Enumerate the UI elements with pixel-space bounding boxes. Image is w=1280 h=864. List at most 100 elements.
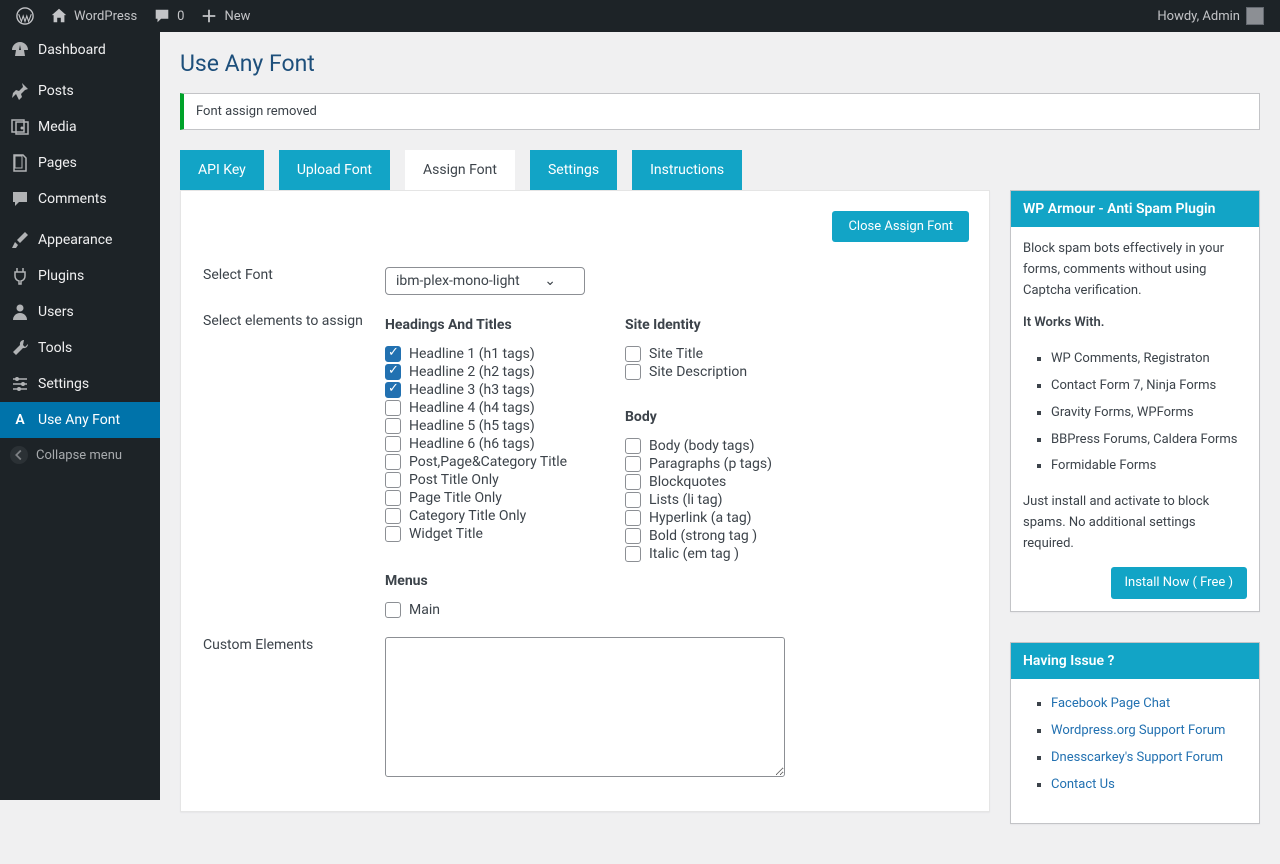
heading-checkbox[interactable] xyxy=(385,490,401,506)
body-checkbox[interactable] xyxy=(625,510,641,526)
heading-checkbox[interactable] xyxy=(385,382,401,398)
font-select[interactable]: ibm-plex-mono-light ⌄ xyxy=(385,267,585,295)
body-label[interactable]: Lists (li tag) xyxy=(649,492,722,508)
body-label[interactable]: Bold (strong tag ) xyxy=(649,528,757,544)
tab-settings[interactable]: Settings xyxy=(530,150,617,190)
sidebar-item-label: Pages xyxy=(38,155,77,171)
body-checkbox[interactable] xyxy=(625,546,641,562)
heading-label[interactable]: Post,Page&Category Title xyxy=(409,454,567,470)
wp-logo[interactable] xyxy=(8,0,42,32)
tab-instructions[interactable]: Instructions xyxy=(632,150,742,190)
font-select-value: ibm-plex-mono-light xyxy=(396,273,520,289)
select-font-label: Select Font xyxy=(203,267,273,283)
heading-label[interactable]: Headline 1 (h1 tags) xyxy=(409,346,535,362)
assign-font-panel: Close Assign Font Select Font ibm-plex-m… xyxy=(180,190,990,812)
body-label[interactable]: Paragraphs (p tags) xyxy=(649,456,772,472)
heading-checkbox[interactable] xyxy=(385,364,401,380)
custom-elements-textarea[interactable] xyxy=(385,637,785,777)
heading-option: Post,Page&Category Title xyxy=(385,453,585,471)
body-option: Italic (em tag ) xyxy=(625,545,825,563)
site-name[interactable]: WordPress xyxy=(42,0,145,32)
heading-option: Headline 5 (h5 tags) xyxy=(385,417,585,435)
sidebar-item-plugins[interactable]: Plugins xyxy=(0,258,160,294)
body-checkbox[interactable] xyxy=(625,492,641,508)
heading-checkbox[interactable] xyxy=(385,346,401,362)
sidebar-item-label: Dashboard xyxy=(38,42,106,58)
user-icon xyxy=(10,302,30,322)
sidebar-item-comments[interactable]: Comments xyxy=(0,181,160,217)
my-account[interactable]: Howdy, Admin xyxy=(1149,0,1272,32)
body-checkbox[interactable] xyxy=(625,438,641,454)
sidebar-item-dashboard[interactable]: Dashboard xyxy=(0,32,160,68)
heading-label[interactable]: Headline 2 (h2 tags) xyxy=(409,364,535,380)
comment-count: 0 xyxy=(177,9,184,24)
heading-label[interactable]: Headline 4 (h4 tags) xyxy=(409,400,535,416)
heading-option: Headline 4 (h4 tags) xyxy=(385,399,585,417)
heading-checkbox[interactable] xyxy=(385,526,401,542)
heading-checkbox[interactable] xyxy=(385,508,401,524)
sidebar-item-tools[interactable]: Tools xyxy=(0,330,160,366)
sidebar-item-users[interactable]: Users xyxy=(0,294,160,330)
heading-checkbox[interactable] xyxy=(385,472,401,488)
body-checkbox[interactable] xyxy=(625,528,641,544)
heading-label[interactable]: Category Title Only xyxy=(409,508,526,524)
sidebar-item-posts[interactable]: Posts xyxy=(0,73,160,109)
group-siteidentity-title: Site Identity xyxy=(625,317,825,333)
heading-label[interactable]: Widget Title xyxy=(409,526,483,542)
heading-label[interactable]: Headline 5 (h5 tags) xyxy=(409,418,535,434)
tab-api-key[interactable]: API Key xyxy=(180,150,264,190)
tab-assign-font[interactable]: Assign Font xyxy=(405,150,515,190)
body-label[interactable]: Italic (em tag ) xyxy=(649,546,739,562)
heading-option: Widget Title xyxy=(385,525,585,543)
sidebar-item-label: Users xyxy=(38,304,74,320)
sidebar-item-settings[interactable]: Settings xyxy=(0,366,160,402)
siteidentity-label[interactable]: Site Description xyxy=(649,364,747,380)
heading-checkbox[interactable] xyxy=(385,436,401,452)
menu-label[interactable]: Main xyxy=(409,602,440,618)
issue-link[interactable]: Contact Us xyxy=(1051,777,1115,792)
page-title: Use Any Font xyxy=(180,50,1260,77)
body-label[interactable]: Body (body tags) xyxy=(649,438,755,454)
siteidentity-label[interactable]: Site Title xyxy=(649,346,703,362)
comment-icon xyxy=(153,7,171,25)
wparmour-list-item: Gravity Forms, WPForms xyxy=(1051,400,1247,427)
close-assign-font-button[interactable]: Close Assign Font xyxy=(832,211,969,242)
siteidentity-checkbox[interactable] xyxy=(625,364,641,380)
heading-checkbox[interactable] xyxy=(385,418,401,434)
heading-checkbox[interactable] xyxy=(385,454,401,470)
heading-label[interactable]: Page Title Only xyxy=(409,490,502,506)
sidebar-item-appearance[interactable]: Appearance xyxy=(0,222,160,258)
menu-checkbox[interactable] xyxy=(385,602,401,618)
page-icon xyxy=(10,153,30,173)
sidebar-item-use-any-font[interactable]: AUse Any Font xyxy=(0,402,160,438)
comments-bubble[interactable]: 0 xyxy=(145,0,192,32)
widget-issue-title: Having Issue ? xyxy=(1011,643,1259,679)
issue-link[interactable]: Dnesscarkey's Support Forum xyxy=(1051,750,1223,765)
issue-link[interactable]: Wordpress.org Support Forum xyxy=(1051,723,1225,738)
pin-icon xyxy=(10,81,30,101)
body-label[interactable]: Hyperlink (a tag) xyxy=(649,510,752,526)
issue-link[interactable]: Facebook Page Chat xyxy=(1051,696,1170,711)
heading-label[interactable]: Post Title Only xyxy=(409,472,499,488)
body-checkbox[interactable] xyxy=(625,474,641,490)
body-option: Hyperlink (a tag) xyxy=(625,509,825,527)
body-checkbox[interactable] xyxy=(625,456,641,472)
heading-checkbox[interactable] xyxy=(385,400,401,416)
heading-label[interactable]: Headline 3 (h3 tags) xyxy=(409,382,535,398)
siteidentity-checkbox[interactable] xyxy=(625,346,641,362)
body-label[interactable]: Blockquotes xyxy=(649,474,726,490)
sidebar-item-media[interactable]: Media xyxy=(0,109,160,145)
issue-list-item: Contact Us xyxy=(1051,772,1247,799)
new-content[interactable]: New xyxy=(192,0,258,32)
heading-label[interactable]: Headline 6 (h6 tags) xyxy=(409,436,535,452)
sidebar-item-pages[interactable]: Pages xyxy=(0,145,160,181)
heading-option: Headline 6 (h6 tags) xyxy=(385,435,585,453)
install-now-button[interactable]: Install Now ( Free ) xyxy=(1111,567,1248,600)
A-icon: A xyxy=(10,410,30,430)
plus-icon xyxy=(200,7,218,25)
home-icon xyxy=(50,7,68,25)
select-elements-label: Select elements to assign xyxy=(203,313,363,329)
tab-upload-font[interactable]: Upload Font xyxy=(279,150,390,190)
collapse-menu[interactable]: Collapse menu xyxy=(0,438,160,472)
body-option: Bold (strong tag ) xyxy=(625,527,825,545)
